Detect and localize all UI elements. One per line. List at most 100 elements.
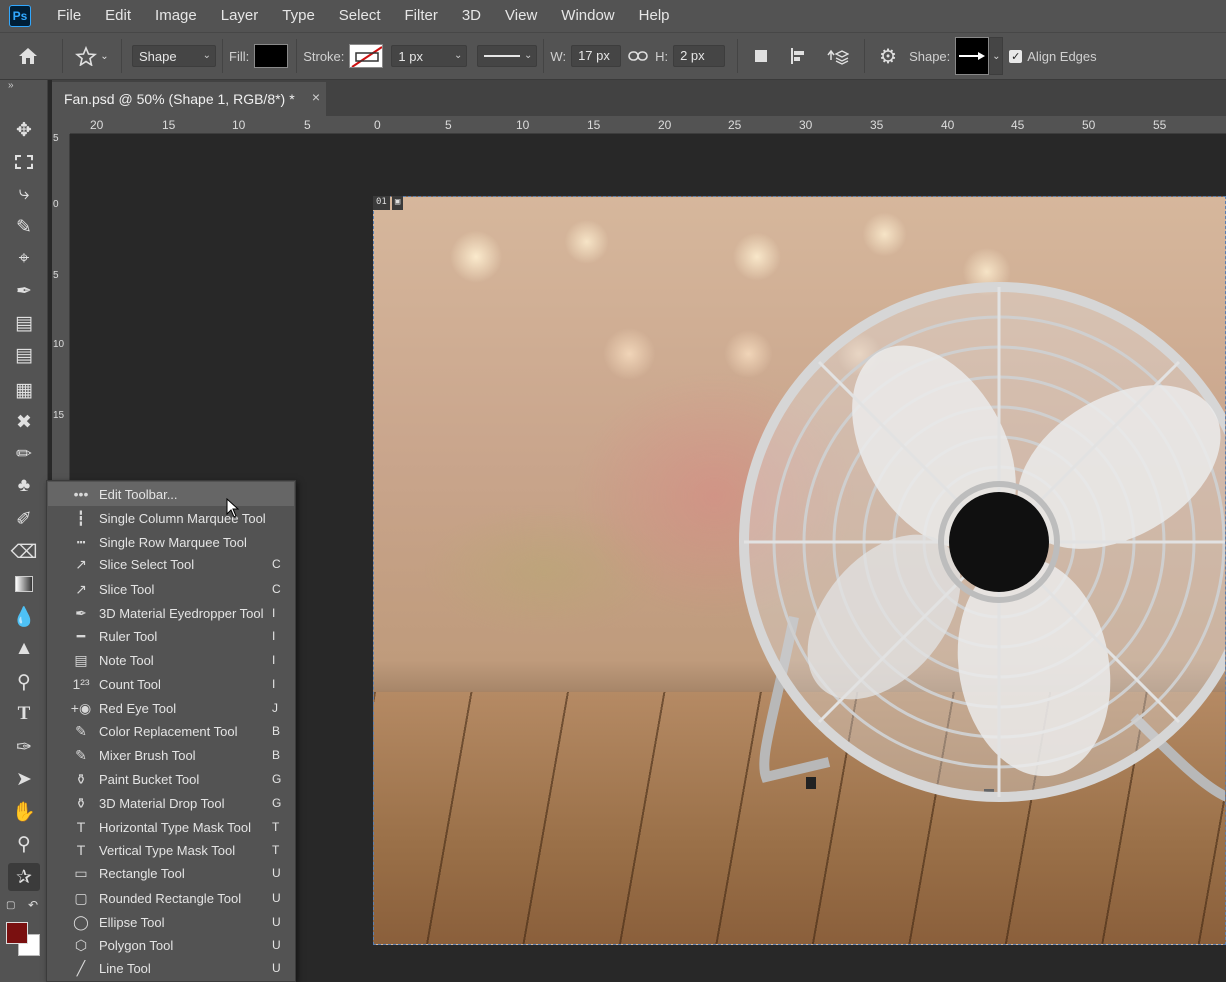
ruler-origin[interactable] bbox=[52, 116, 70, 134]
eyedropper-tool-icon[interactable]: ✒ bbox=[8, 277, 40, 305]
crop-tool-icon[interactable]: ⌖ bbox=[8, 245, 40, 273]
quick-selection-tool-icon[interactable]: ✎ bbox=[8, 213, 40, 241]
menu-edit[interactable]: Edit bbox=[93, 0, 143, 32]
eraser-tool-icon[interactable]: ⌫ bbox=[8, 538, 40, 566]
flyout-item-horizontal-type-mask[interactable]: T Horizontal Type Mask Tool T bbox=[48, 815, 294, 839]
marquee-tool-icon[interactable] bbox=[8, 148, 40, 176]
path-arrangement-icon[interactable] bbox=[818, 46, 858, 66]
flyout-item-mixer-brush[interactable]: ✎ Mixer Brush Tool B bbox=[48, 743, 294, 767]
align-edges-label: Align Edges bbox=[1027, 48, 1097, 64]
separator bbox=[121, 39, 122, 73]
menu-filter[interactable]: Filter bbox=[393, 0, 450, 32]
flyout-item-single-row-marquee[interactable]: ┅ Single Row Marquee Tool bbox=[48, 530, 294, 554]
shape-picker[interactable] bbox=[955, 37, 990, 75]
height-input[interactable]: 2 px bbox=[673, 45, 726, 67]
path-selection-tool-icon[interactable]: ➤ bbox=[8, 765, 40, 793]
ruler-label: 45 bbox=[1011, 118, 1025, 132]
default-colors-icon[interactable]: ▢ bbox=[6, 900, 15, 911]
document-tab[interactable]: Fan.psd @ 50% (Shape 1, RGB/8*) * × bbox=[52, 82, 326, 116]
menu-3d[interactable]: 3D bbox=[450, 0, 493, 32]
puppet-warp-tool-icon[interactable]: ✖ bbox=[8, 408, 40, 436]
flyout-item-polygon[interactable]: ⬡ Polygon Tool U bbox=[48, 933, 294, 957]
home-icon[interactable] bbox=[0, 36, 56, 76]
healing-brush-tool-icon[interactable]: ▤ bbox=[8, 309, 40, 337]
document-tab-title: Fan.psd @ 50% (Shape 1, RGB/8*) bbox=[64, 91, 286, 107]
close-icon[interactable]: × bbox=[312, 89, 320, 105]
paint-bucket-icon: ⚱ bbox=[75, 770, 87, 787]
tool-preset-picker[interactable]: ⌄ bbox=[69, 36, 115, 76]
flyout-item-slice-select[interactable]: ↗ Slice Select Tool C bbox=[48, 552, 294, 576]
width-input[interactable]: 17 px bbox=[571, 45, 622, 67]
flyout-item-3d-material-drop[interactable]: ⚱ 3D Material Drop Tool G bbox=[48, 791, 294, 815]
menu-file[interactable]: File bbox=[45, 0, 93, 32]
flyout-item-line[interactable]: ╱ Line Tool U bbox=[48, 956, 294, 980]
slice-select-icon: ↗ bbox=[75, 555, 87, 572]
tool-mode-select[interactable]: Shape ⌄ bbox=[132, 45, 216, 67]
flyout-item-paint-bucket[interactable]: ⚱ Paint Bucket Tool G bbox=[48, 767, 294, 791]
flyout-item-note[interactable]: ▤ Note Tool I bbox=[48, 648, 294, 672]
link-icon[interactable] bbox=[621, 50, 655, 62]
flyout-item-rounded-rectangle[interactable]: ▢ Rounded Rectangle Tool U bbox=[48, 886, 294, 910]
clone-stamp-tool-icon[interactable]: ♣ bbox=[8, 472, 40, 500]
sharpen-tool-icon[interactable]: ▲ bbox=[8, 635, 40, 663]
menu-image[interactable]: Image bbox=[143, 0, 209, 32]
custom-shape-tool-icon[interactable]: ✰ bbox=[8, 863, 40, 891]
fill-swatch[interactable] bbox=[254, 44, 289, 68]
ruler-label: 5 bbox=[445, 118, 452, 132]
align-edges-checkbox[interactable]: ✓ bbox=[1009, 49, 1023, 63]
menu-view[interactable]: View bbox=[493, 0, 549, 32]
menu-window[interactable]: Window bbox=[549, 0, 626, 32]
ruler-label: 25 bbox=[728, 118, 742, 132]
brush-tool-icon[interactable]: ▤ bbox=[8, 341, 40, 369]
hand-tool-icon[interactable]: ✋ bbox=[8, 798, 40, 826]
gradient-tool-icon[interactable] bbox=[8, 570, 40, 598]
flyout-item-slice[interactable]: ↗ Slice Tool C bbox=[48, 577, 294, 601]
ruler-label: 55 bbox=[1153, 118, 1167, 132]
swap-colors-icon[interactable]: ↶ bbox=[28, 898, 38, 912]
artboard-label: 01 ▣ bbox=[373, 196, 404, 210]
flyout-item-vertical-type-mask[interactable]: T Vertical Type Mask Tool T bbox=[48, 838, 294, 862]
document-canvas[interactable] bbox=[373, 196, 1226, 945]
separator bbox=[296, 39, 298, 73]
menu-select[interactable]: Select bbox=[327, 0, 393, 32]
path-operations-icon[interactable] bbox=[744, 48, 778, 64]
frame-tool-icon[interactable]: ▦ bbox=[8, 376, 40, 404]
zoom-tool-icon[interactable]: ⚲ bbox=[8, 830, 40, 858]
menu-help[interactable]: Help bbox=[627, 0, 682, 32]
flyout-item-count[interactable]: 1²³ Count Tool I bbox=[48, 672, 294, 696]
move-tool-icon[interactable]: ✥ bbox=[8, 116, 40, 144]
collapse-panel-icon[interactable]: » bbox=[8, 80, 14, 91]
stroke-width-select[interactable]: 1 px ⌄ bbox=[391, 45, 468, 67]
flyout-item-label: Single Column Marquee Tool bbox=[99, 510, 266, 526]
blur-tool-icon[interactable]: 💧 bbox=[8, 603, 40, 631]
tool-mode-value: Shape bbox=[139, 48, 177, 64]
flyout-item-ruler[interactable]: ━ Ruler Tool I bbox=[48, 624, 294, 648]
flyout-item-label: Vertical Type Mask Tool bbox=[99, 842, 236, 858]
horizontal-ruler[interactable]: 20 15 10 5 0 5 10 15 20 25 30 35 40 45 5… bbox=[70, 116, 1226, 134]
path-alignment-icon[interactable] bbox=[778, 46, 818, 66]
flyout-item-label: Count Tool bbox=[99, 676, 161, 692]
flyout-item-shortcut: C bbox=[272, 557, 281, 571]
type-tool-icon[interactable]: T bbox=[8, 700, 40, 728]
flyout-item-red-eye[interactable]: +◉ Red Eye Tool J bbox=[48, 696, 294, 720]
lasso-tool-icon[interactable]: ⤷ bbox=[8, 180, 40, 208]
flyout-item-color-replacement[interactable]: ✎ Color Replacement Tool B bbox=[48, 719, 294, 743]
stroke-swatch[interactable] bbox=[349, 44, 384, 68]
menu-type[interactable]: Type bbox=[270, 0, 327, 32]
shape-picker-dropdown[interactable]: ⌄ bbox=[989, 37, 1004, 75]
flyout-item-edit-toolbar[interactable]: ••• Edit Toolbar... bbox=[48, 482, 294, 506]
dodge-tool-icon[interactable]: ⚲ bbox=[8, 668, 40, 696]
foreground-color-swatch[interactable] bbox=[6, 922, 28, 944]
gear-icon[interactable]: ⚙ bbox=[871, 44, 905, 69]
flyout-item-single-column-marquee[interactable]: ┇ Single Column Marquee Tool bbox=[48, 506, 294, 530]
stroke-type-select[interactable]: ⌄ bbox=[477, 45, 538, 67]
menu-layer[interactable]: Layer bbox=[209, 0, 271, 32]
rounded-rectangle-icon: ▢ bbox=[74, 889, 88, 906]
history-brush-tool-icon[interactable]: ✐ bbox=[8, 505, 40, 533]
flyout-item-label: Single Row Marquee Tool bbox=[99, 534, 247, 550]
flyout-item-ellipse[interactable]: ◯ Ellipse Tool U bbox=[48, 910, 294, 934]
flyout-item-3d-material-eyedropper[interactable]: ✒ 3D Material Eyedropper Tool I bbox=[48, 601, 294, 625]
paint-brush-tool-icon[interactable]: ✏ bbox=[8, 440, 40, 468]
flyout-item-rectangle[interactable]: ▭ Rectangle Tool U bbox=[48, 861, 294, 885]
pen-tool-icon[interactable]: ✑ bbox=[8, 733, 40, 761]
